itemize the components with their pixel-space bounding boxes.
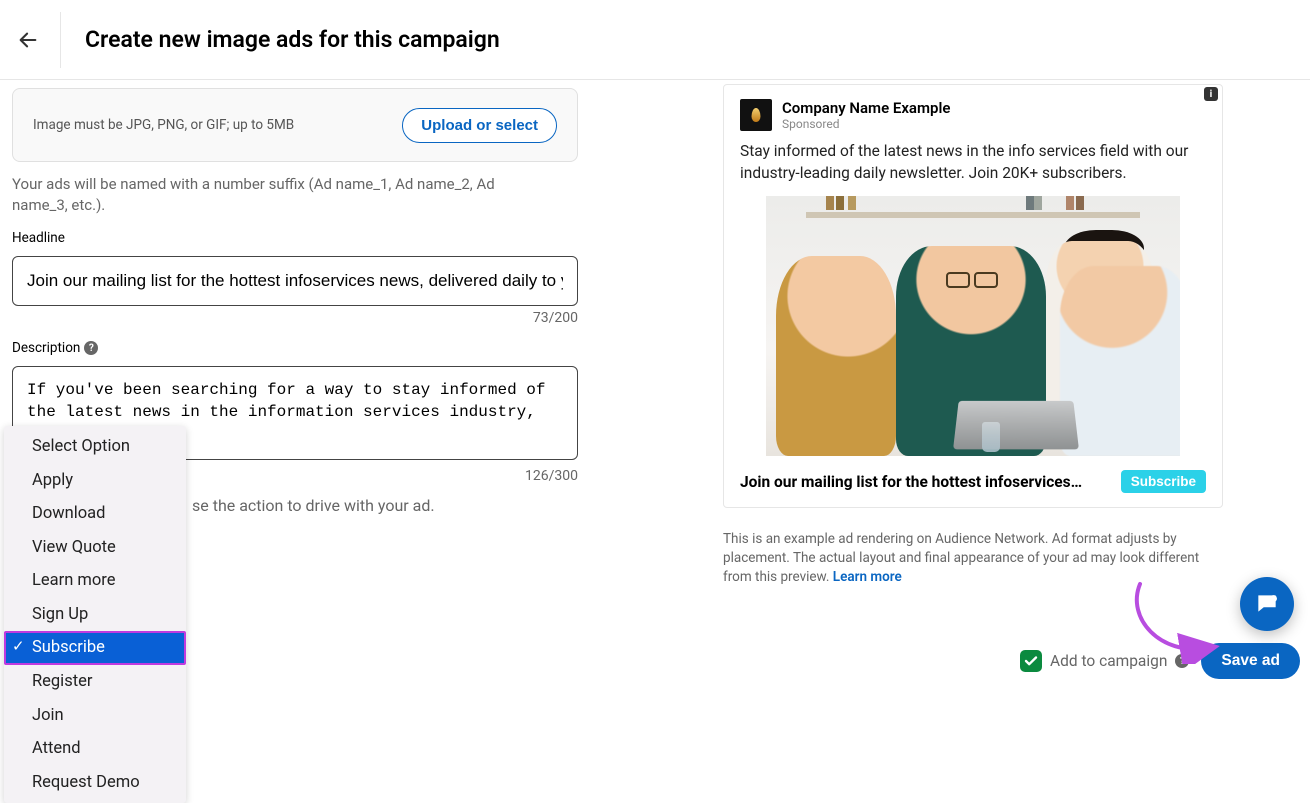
sponsored-label: Sponsored xyxy=(782,117,950,131)
arrow-left-icon xyxy=(17,29,39,51)
add-to-campaign-label: Add to campaign xyxy=(1050,652,1167,670)
cta-option-subscribe[interactable]: Subscribe xyxy=(4,631,186,665)
learn-more-link[interactable]: Learn more xyxy=(833,569,902,585)
image-upload-box: Image must be JPG, PNG, or GIF; up to 5M… xyxy=(12,88,578,162)
flame-icon xyxy=(752,108,761,122)
cta-option-join[interactable]: Join xyxy=(4,699,186,733)
add-to-campaign-checkbox-wrap[interactable]: Add to campaign ? xyxy=(1020,650,1189,672)
headline-char-count: 73/200 xyxy=(12,310,578,326)
cta-dropdown-menu: Select Option Apply Download View Quote … xyxy=(4,426,186,803)
chat-icon xyxy=(1254,591,1280,617)
cta-option-apply[interactable]: Apply xyxy=(4,464,186,498)
ad-preview-image xyxy=(766,196,1180,456)
info-icon[interactable]: i xyxy=(1204,87,1218,101)
cta-option-select-option[interactable]: Select Option xyxy=(4,430,186,464)
company-logo xyxy=(740,99,772,131)
help-icon[interactable]: ? xyxy=(84,341,98,355)
checkbox-checked-icon xyxy=(1020,650,1042,672)
headline-input[interactable] xyxy=(12,256,578,306)
preview-headline: Join our mailing list for the hottest in… xyxy=(740,473,1082,491)
cta-option-sign-up[interactable]: Sign Up xyxy=(4,598,186,632)
cta-hint-text: se the action to drive with your ad. xyxy=(192,496,572,515)
preview-column: i Company Name Example Sponsored Stay in… xyxy=(723,84,1223,587)
help-icon[interactable]: ? xyxy=(1175,654,1189,668)
page-title: Create new image ads for this campaign xyxy=(85,26,500,53)
ad-preview-card: i Company Name Example Sponsored Stay in… xyxy=(723,84,1223,508)
header-divider xyxy=(60,12,61,68)
upload-or-select-button[interactable]: Upload or select xyxy=(402,108,557,143)
cta-option-request-demo[interactable]: Request Demo xyxy=(4,766,186,800)
save-ad-button[interactable]: Save ad xyxy=(1201,643,1300,679)
naming-note: Your ads will be named with a number suf… xyxy=(12,174,532,216)
company-name: Company Name Example xyxy=(782,99,950,117)
preview-note: This is an example ad rendering on Audie… xyxy=(723,530,1213,587)
preview-note-text: This is an example ad rendering on Audie… xyxy=(723,531,1199,585)
page-header: Create new image ads for this campaign xyxy=(0,0,1310,80)
bottom-bar: Add to campaign ? Save ad xyxy=(1020,643,1300,679)
cta-option-view-quote[interactable]: View Quote xyxy=(4,531,186,565)
headline-label-text: Headline xyxy=(12,230,65,246)
ad-body-text: Stay informed of the latest news in the … xyxy=(740,141,1206,184)
cta-option-learn-more[interactable]: Learn more xyxy=(4,564,186,598)
chat-fab[interactable] xyxy=(1240,577,1294,631)
image-requirement-text: Image must be JPG, PNG, or GIF; up to 5M… xyxy=(33,117,294,133)
description-label-text: Description xyxy=(12,340,80,356)
back-button[interactable] xyxy=(10,22,46,58)
description-label: Description ? xyxy=(12,340,600,356)
preview-subscribe-button[interactable]: Subscribe xyxy=(1121,470,1206,493)
cta-option-register[interactable]: Register xyxy=(4,665,186,699)
headline-label: Headline xyxy=(12,230,600,246)
cta-option-attend[interactable]: Attend xyxy=(4,732,186,766)
cta-option-download[interactable]: Download xyxy=(4,497,186,531)
